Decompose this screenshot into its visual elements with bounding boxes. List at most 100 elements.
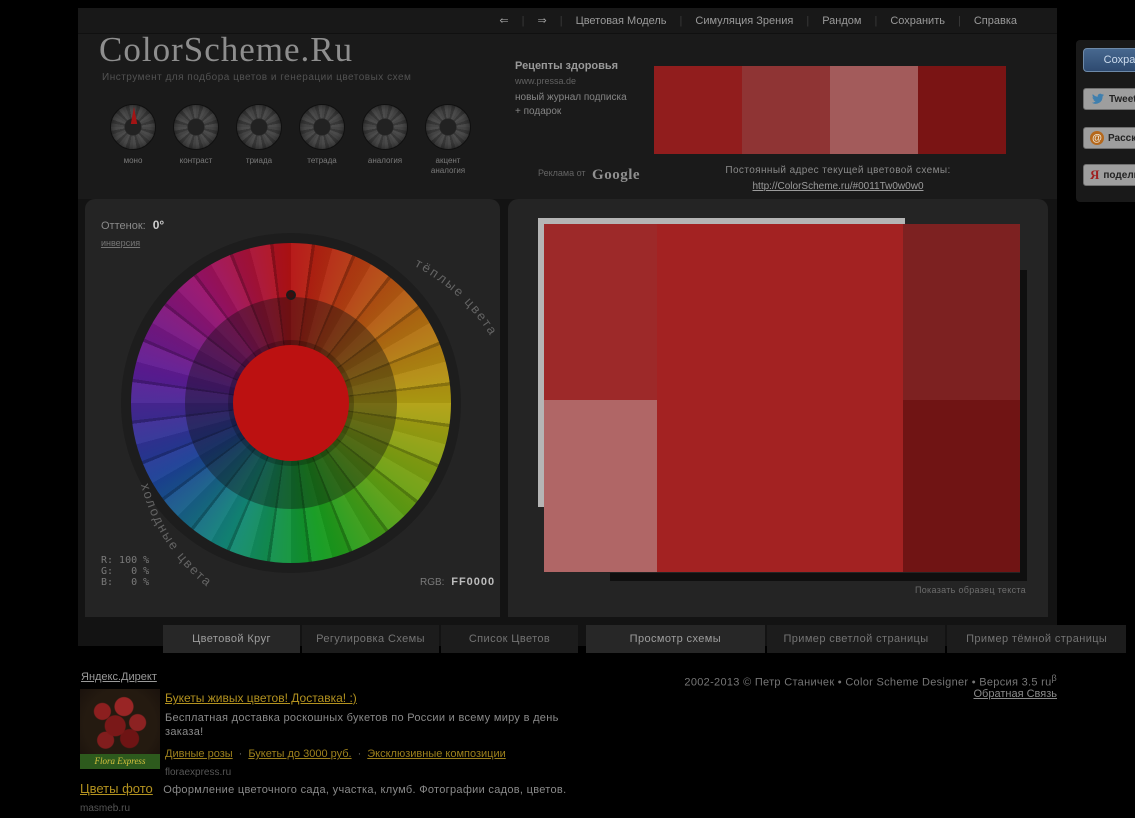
- preview-block-top-left: [544, 224, 657, 400]
- page: ⇐ | ⇒ | Цветовая Модель | Симуляция Зрен…: [0, 0, 1135, 818]
- mode-label: триада: [245, 156, 273, 165]
- mode-label: моно: [123, 156, 143, 165]
- rgb-hex-display: RGB: FF0000: [420, 576, 495, 588]
- main-window: ⇐ | ⇒ | Цветовая Модель | Симуляция Зрен…: [78, 8, 1127, 653]
- nav-item-color-model[interactable]: Цветовая Модель: [576, 15, 667, 27]
- yandex-direct-link[interactable]: Яндекс.Директ: [81, 671, 157, 683]
- tab-scheme-preview[interactable]: Просмотр схемы: [586, 625, 765, 653]
- ad1-sitelinks: Дивные розы · Букеты до 3000 руб. · Эксклюзи…: [165, 748, 605, 760]
- ad1-sitelink-1[interactable]: Дивные розы: [165, 748, 233, 760]
- ad-flower-image[interactable]: Flora Express: [80, 689, 160, 769]
- mono-wheel-icon: [110, 104, 156, 150]
- color-wheel-panel: Оттенок: 0° инверсия тёплые цвета холодн…: [85, 199, 500, 617]
- nav-back-button[interactable]: ⇐: [499, 14, 508, 27]
- mode-label: контраст: [179, 156, 213, 165]
- rgb-hex-value: FF0000: [451, 576, 496, 588]
- header-area: ⇐ | ⇒ | Цветовая Модель | Симуляция Зрен…: [78, 8, 1057, 199]
- tetrad-wheel-icon: [299, 104, 345, 150]
- nav-item-random[interactable]: Рандом: [822, 15, 861, 27]
- hue-value: 0°: [152, 218, 165, 232]
- tab-light-page-example[interactable]: Пример светлой страницы: [766, 625, 946, 653]
- preview-block-center: [657, 224, 903, 572]
- ad1-sitelink-3[interactable]: Эксклюзивные композиции: [367, 748, 505, 760]
- red-needle-icon: [130, 107, 138, 124]
- ad2-domain: masmeb.ru: [80, 803, 131, 814]
- nav-item-vision-simulation[interactable]: Симуляция Зрения: [695, 15, 793, 27]
- dark-page-right-edge: [1020, 270, 1027, 581]
- mode-tetrad[interactable]: тетрада: [292, 104, 352, 176]
- nav-forward-button[interactable]: ⇒: [537, 14, 546, 27]
- tab-adjust-scheme[interactable]: Регулировка Схемы: [302, 625, 439, 653]
- ad-title[interactable]: Рецепты здоровья: [515, 60, 645, 72]
- permalink-url[interactable]: http://ColorScheme.ru/#0011Tw0w0w0: [752, 181, 923, 192]
- twitter-bird-icon: [1091, 93, 1105, 104]
- nav-item-save[interactable]: Сохранить: [890, 15, 945, 27]
- site-tagline: Инструмент для подбора цветов и генераци…: [102, 72, 412, 83]
- tweet-button[interactable]: Tweet: [1083, 88, 1135, 110]
- nav-separator: |: [806, 14, 810, 27]
- mode-analogic[interactable]: аналогия: [355, 104, 415, 176]
- nav-separator: |: [874, 14, 878, 27]
- preview-block-top-right: [903, 224, 1020, 400]
- mode-mono[interactable]: моно: [103, 104, 163, 176]
- ads-by-google: Реклама от Google: [538, 167, 640, 184]
- google-logo[interactable]: Google: [592, 167, 640, 183]
- yandex-ya-icon: Я: [1090, 167, 1100, 182]
- ad-line: + подарок: [515, 106, 562, 117]
- invert-link[interactable]: инверсия: [101, 238, 140, 248]
- rgb-label: RGB:: [420, 577, 445, 588]
- beta-mark: β: [1051, 673, 1057, 683]
- mode-contrast[interactable]: контраст: [166, 104, 226, 176]
- ad1-domain: floraexpress.ru: [165, 767, 232, 778]
- mode-triad[interactable]: триада: [229, 104, 289, 176]
- flora-express-logo: Flora Express: [80, 754, 160, 769]
- vk-save-button[interactable]: Сохранить: [1083, 48, 1135, 72]
- color-wheel: тёплые цвета холодные цвета: [121, 233, 499, 590]
- copyright-line: 2002-2013 © Петр Станичек • Color Scheme…: [684, 673, 1057, 689]
- right-tab-bar: Просмотр схемы Пример светлой страницы П…: [586, 625, 1127, 653]
- scheme-swatches: [654, 66, 1006, 154]
- dark-page-bottom-edge: [610, 573, 1027, 581]
- mode-label: аналогия: [367, 156, 403, 165]
- permalink-block: Постоянный адрес текущей цветовой схемы:…: [638, 165, 1038, 194]
- save-button-label: Сохранить: [1103, 54, 1135, 66]
- feedback-link[interactable]: Обратная Связь: [974, 688, 1058, 700]
- google-ad-block[interactable]: Рецепты здоровья www.pressa.de новый жур…: [515, 60, 645, 120]
- ad2-title-link[interactable]: Цветы фото: [80, 781, 153, 796]
- nav-separator: |: [957, 14, 961, 27]
- scheme-preview-panel: Показать образец текста: [508, 199, 1048, 617]
- left-tab-bar: Цветовой Круг Регулировка Схемы Список Ц…: [163, 625, 578, 653]
- ad1-sitelink-2[interactable]: Букеты до 3000 руб.: [248, 748, 351, 760]
- ad-line: новый журнал подписка: [515, 92, 627, 103]
- mailru-share-button[interactable]: @ Рассказать: [1083, 127, 1135, 149]
- contrast-wheel-icon: [173, 104, 219, 150]
- site-logo[interactable]: ColorScheme.Ru: [99, 30, 353, 70]
- scheme-swatch-4[interactable]: [918, 66, 1006, 154]
- scheme-swatch-2[interactable]: [742, 66, 830, 154]
- ad2-body: Оформление цветочного сада, участка, клу…: [163, 784, 567, 796]
- permalink-label: Постоянный адрес текущей цветовой схемы:: [725, 165, 951, 176]
- hue-marker-handle[interactable]: [286, 290, 296, 300]
- yandex-ad-1: Букеты живых цветов! Доставка! :) Беспла…: [165, 689, 605, 778]
- ad1-body: Бесплатная доставка роскошных букетов по…: [165, 712, 559, 738]
- nav-item-help[interactable]: Справка: [974, 15, 1017, 27]
- yandex-share-button[interactable]: Я поделиться: [1083, 164, 1135, 186]
- preview-block-bottom-right: [903, 400, 1020, 572]
- yandex-ad-2: Цветы фото Оформление цветочного сада, у…: [80, 780, 780, 814]
- tab-dark-page-example[interactable]: Пример тёмной страницы: [947, 625, 1127, 653]
- accent-analogic-wheel-icon: [425, 104, 471, 150]
- rgb-percentages: R: 100 % G: 0 % B: 0 %: [101, 555, 150, 588]
- tab-color-list[interactable]: Список Цветов: [441, 625, 578, 653]
- mode-label: акцент аналогия: [430, 156, 466, 175]
- scheme-swatch-1[interactable]: [654, 66, 742, 154]
- mode-accent-analogic[interactable]: акцент аналогия: [418, 104, 478, 176]
- nav-separator: |: [521, 14, 525, 27]
- share-buttons-panel: Сохранить Tweet @ Рассказать Я поделитьс…: [1076, 40, 1135, 202]
- analogic-wheel-icon: [362, 104, 408, 150]
- ads-by-label: Реклама от: [538, 168, 586, 178]
- tab-color-wheel[interactable]: Цветовой Круг: [163, 625, 300, 653]
- hue-display: Оттенок: 0°: [101, 218, 164, 232]
- scheme-swatch-3[interactable]: [830, 66, 918, 154]
- ad1-title-link[interactable]: Букеты живых цветов! Доставка! :): [165, 691, 357, 705]
- show-sample-text-link[interactable]: Показать образец текста: [915, 585, 1026, 595]
